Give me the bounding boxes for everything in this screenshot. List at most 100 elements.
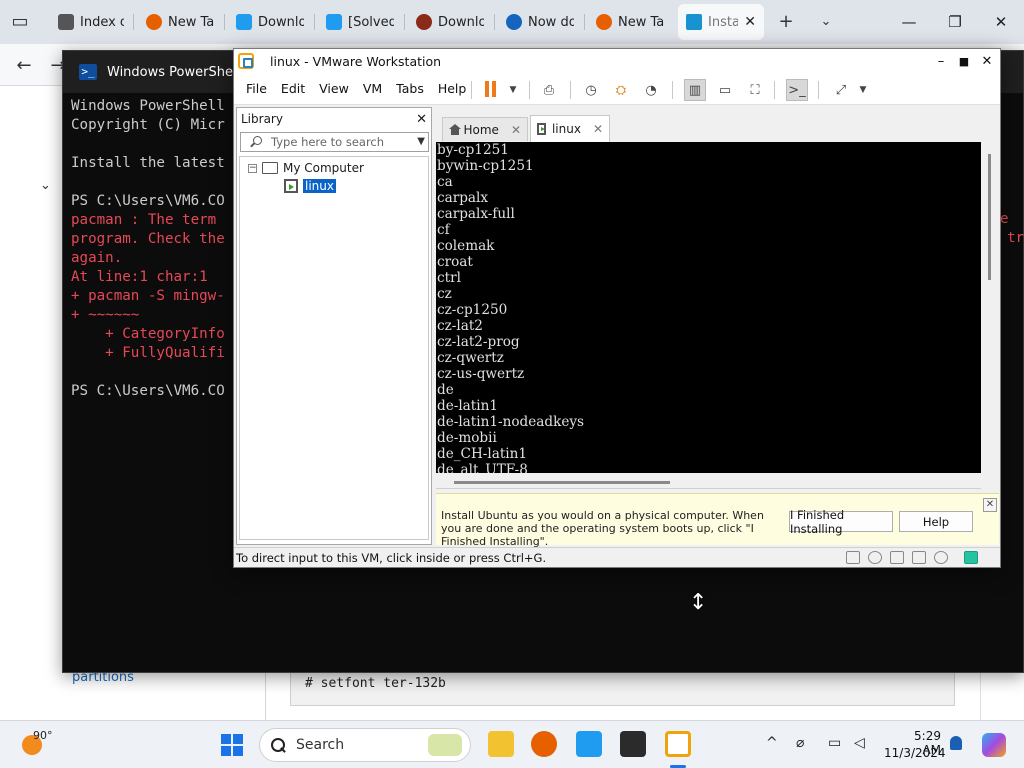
browser-tab[interactable]: [Solved]	[318, 4, 402, 40]
minimize-icon[interactable]: –	[930, 51, 952, 71]
menu-view[interactable]: View	[312, 81, 356, 96]
chevron-down-icon[interactable]: ▼	[417, 136, 425, 147]
vmware-status-bar: To direct input to this VM, click inside…	[234, 547, 1000, 567]
cd-drive-icon[interactable]	[868, 551, 882, 564]
resize-cursor-icon: ↕	[689, 590, 708, 615]
powershell-output-fragment: e	[1000, 211, 1009, 227]
chevron-down-icon[interactable]: ⌄	[812, 8, 840, 34]
pause-icon[interactable]	[484, 81, 498, 97]
file-explorer-icon[interactable]	[488, 731, 514, 757]
console-view-icon[interactable]: >_	[786, 79, 808, 101]
menu-tabs[interactable]: Tabs	[389, 81, 431, 96]
browser-tab[interactable]: Downlo	[228, 4, 312, 40]
network-offline-icon[interactable]: ⌀	[796, 735, 804, 751]
tab-list-icon[interactable]: ▭	[6, 8, 34, 34]
send-keys-icon[interactable]: ⎙	[538, 79, 560, 101]
menu-vm[interactable]: VM	[356, 81, 389, 96]
message-icon[interactable]	[964, 551, 978, 564]
vmware-titlebar[interactable]: linux - VMware Workstation – ■ ✕	[234, 49, 1000, 73]
snapshot-icon[interactable]: ◷	[580, 79, 602, 101]
browser-tab-label: New Tab	[168, 14, 214, 30]
full-screen-icon[interactable]: ⛶	[744, 79, 766, 101]
restore-icon[interactable]: ❐	[932, 6, 978, 38]
vmware-taskbar-icon[interactable]	[665, 731, 691, 757]
thumbnail-bar-icon[interactable]: ▭	[714, 79, 736, 101]
vmware-window[interactable]: linux - VMware Workstation – ■ ✕ File Ed…	[233, 48, 1001, 568]
minimize-icon[interactable]: —	[886, 6, 932, 38]
revert-snapshot-icon[interactable]: ⛭	[610, 79, 632, 101]
clock-date[interactable]: 11/3/2024	[884, 746, 946, 760]
powershell-output-fragment: tr	[1007, 230, 1024, 246]
browser-tab-label: New Tab	[618, 14, 664, 30]
chevron-down-icon[interactable]: ▼	[502, 79, 524, 101]
search-icon	[270, 737, 286, 753]
library-toggle-icon[interactable]: ▥	[684, 79, 706, 101]
notification-bell-icon[interactable]	[950, 736, 962, 750]
console-output: by-cp1251 bywin-cp1251 ca carpalx carpalx-fu…	[437, 142, 584, 473]
tree-item-my-computer[interactable]: − My Computer	[248, 161, 364, 175]
console-line: ca	[437, 174, 453, 190]
close-icon[interactable]: ✕	[978, 6, 1024, 38]
browser-tab-label: Index of	[80, 14, 124, 30]
console-vertical-scrollbar[interactable]	[983, 142, 997, 473]
sound-icon[interactable]	[934, 551, 948, 564]
browser-tab[interactable]: Index of	[50, 4, 132, 40]
browser-tab[interactable]: Now do	[498, 4, 582, 40]
browser-tab-active[interactable]: Instal ✕	[678, 4, 764, 40]
back-arrow-icon[interactable]: ←	[10, 52, 38, 78]
maximize-icon[interactable]: ■	[953, 51, 975, 71]
chevron-down-icon[interactable]: ⌄	[40, 178, 51, 193]
powershell-title: Windows PowerShell	[107, 64, 241, 80]
close-icon[interactable]: ✕	[416, 112, 427, 127]
display-icon[interactable]: ▭	[828, 735, 841, 751]
browser-tab[interactable]: Downlo	[408, 4, 492, 40]
menu-help[interactable]: Help	[431, 81, 474, 96]
close-icon[interactable]: ✕	[983, 498, 997, 512]
browser-tab-label: Instal	[708, 14, 739, 30]
chevron-up-icon[interactable]: ^	[766, 735, 778, 751]
vm-icon	[537, 123, 546, 135]
new-tab-icon[interactable]: +	[772, 8, 800, 34]
volume-muted-icon[interactable]: ◁	[854, 735, 865, 751]
close-tab-icon[interactable]: ✕	[744, 14, 756, 30]
tab-home[interactable]: Home ✕	[442, 117, 528, 141]
chevron-down-icon[interactable]: ▼	[852, 79, 874, 101]
finished-installing-button[interactable]: I Finished Installing	[789, 508, 893, 536]
scrollbar-thumb[interactable]	[988, 154, 991, 280]
start-button[interactable]	[221, 734, 243, 756]
hard-disk-icon[interactable]	[846, 551, 860, 564]
library-search-input[interactable]: Type here to search ▼	[240, 132, 429, 152]
collapse-icon[interactable]: −	[248, 163, 257, 173]
vs-code-icon[interactable]	[576, 731, 602, 757]
network-icon[interactable]	[890, 551, 904, 564]
console-horizontal-scrollbar[interactable]	[436, 473, 981, 489]
usb-icon[interactable]	[912, 551, 926, 564]
snapshot-manager-icon[interactable]: ◔	[640, 79, 662, 101]
taskbar-search-label: Search	[296, 737, 345, 753]
powershell-icon: >_	[79, 64, 97, 80]
console-line: cz-us-qwertz	[437, 366, 525, 382]
taskbar-search-box[interactable]: Search	[259, 728, 471, 762]
browser-tab[interactable]: New Tab	[588, 4, 672, 40]
close-tab-icon[interactable]: ✕	[511, 123, 521, 137]
scrollbar-thumb[interactable]	[454, 481, 670, 484]
vm-console-screen[interactable]: by-cp1251 bywin-cp1251 ca carpalx carpalx-fu…	[436, 142, 981, 473]
tree-item-label: linux	[303, 179, 336, 193]
computer-icon	[262, 162, 278, 174]
terminal-icon[interactable]	[620, 731, 646, 757]
close-tab-icon[interactable]: ✕	[593, 122, 603, 136]
document-icon	[58, 14, 74, 30]
copilot-icon[interactable]	[982, 733, 1006, 757]
help-button[interactable]: Help	[899, 511, 973, 532]
firefox-icon[interactable]	[531, 731, 557, 757]
tab-linux[interactable]: linux ✕	[530, 115, 610, 142]
install-info-text: Install Ubuntu as you would on a physica…	[441, 509, 764, 548]
stretch-guest-icon[interactable]: ⤢	[830, 79, 852, 101]
menu-edit[interactable]: Edit	[274, 81, 312, 96]
close-icon[interactable]: ✕	[976, 51, 998, 71]
library-tree: − My Computer linux	[239, 156, 429, 540]
vmware-title: linux - VMware Workstation	[270, 53, 442, 69]
menu-file[interactable]: File	[239, 81, 274, 96]
tree-item-linux[interactable]: linux	[284, 179, 336, 193]
browser-tab[interactable]: New Tab	[138, 4, 222, 40]
